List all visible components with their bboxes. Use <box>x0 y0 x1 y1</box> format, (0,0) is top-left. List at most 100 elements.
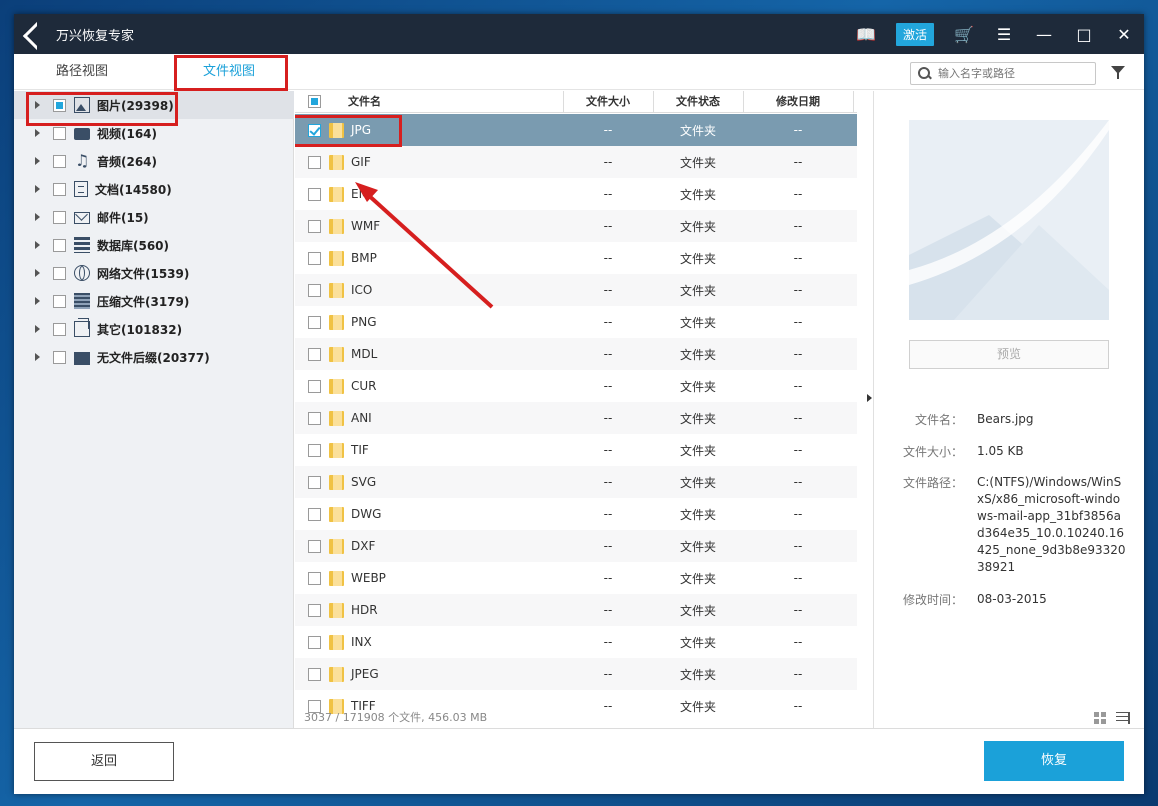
tree-item-other[interactable]: 其它(101832) <box>14 315 294 343</box>
maximize-icon[interactable]: □ <box>1064 14 1104 54</box>
row-file-state: 文件夹 <box>679 155 716 170</box>
table-row[interactable]: DWG -- 文件夹 -- <box>295 498 857 530</box>
expand-arrow-icon[interactable] <box>35 325 40 333</box>
column-header-date[interactable]: 修改日期 <box>743 91 853 113</box>
table-row[interactable]: JPEG -- 文件夹 -- <box>295 658 857 690</box>
row-file-size: -- <box>603 603 613 617</box>
filter-icon[interactable] <box>1111 66 1125 80</box>
table-row[interactable]: INX -- 文件夹 -- <box>295 626 857 658</box>
row-checkbox[interactable] <box>308 155 321 169</box>
row-checkbox[interactable] <box>308 475 321 489</box>
checkbox[interactable] <box>53 322 66 336</box>
row-file-state: 文件夹 <box>679 123 716 138</box>
collapse-arrow-icon[interactable] <box>867 394 872 402</box>
grid-view-icon[interactable] <box>1094 712 1106 724</box>
back-button[interactable]: 返回 <box>34 742 174 781</box>
row-checkbox[interactable] <box>308 379 321 393</box>
recover-button[interactable]: 恢复 <box>984 741 1124 781</box>
menu-icon[interactable]: ☰ <box>984 14 1024 54</box>
row-checkbox[interactable] <box>308 571 321 585</box>
row-checkbox[interactable] <box>308 539 321 553</box>
row-file-name: JPEG <box>351 667 379 681</box>
row-checkbox[interactable] <box>308 635 321 649</box>
preview-button[interactable]: 预览 <box>909 340 1109 369</box>
row-checkbox[interactable] <box>308 507 321 521</box>
checkbox[interactable] <box>53 350 66 364</box>
column-header-state[interactable]: 文件状态 <box>653 91 743 113</box>
table-row[interactable]: ANI -- 文件夹 -- <box>295 402 857 434</box>
row-file-state: 文件夹 <box>679 187 716 202</box>
tree-item-mail[interactable]: 邮件(15) <box>14 203 294 231</box>
row-file-date: -- <box>793 283 803 297</box>
table-row[interactable]: BMP -- 文件夹 -- <box>295 242 857 274</box>
checkbox[interactable] <box>53 294 66 308</box>
video-icon <box>74 128 90 140</box>
annotation-box-tree <box>26 92 178 126</box>
expand-arrow-icon[interactable] <box>35 213 40 221</box>
tab-path-view[interactable]: 路径视图 <box>56 54 108 90</box>
close-icon[interactable]: ✕ <box>1104 14 1144 54</box>
table-row[interactable]: HDR -- 文件夹 -- <box>295 594 857 626</box>
tree-item-documents[interactable]: 文档(14580) <box>14 175 294 203</box>
table-row[interactable]: GIF -- 文件夹 -- <box>295 146 857 178</box>
table-row[interactable]: WEBP -- 文件夹 -- <box>295 562 857 594</box>
panel-divider[interactable] <box>857 91 874 728</box>
expand-arrow-icon[interactable] <box>35 269 40 277</box>
table-row[interactable]: CUR -- 文件夹 -- <box>295 370 857 402</box>
tree-item-no-extension[interactable]: 无文件后缀(20377) <box>14 343 294 371</box>
list-view-icon[interactable] <box>1116 712 1130 724</box>
tree-item-label: 压缩文件(3179) <box>97 294 190 309</box>
row-file-size: -- <box>603 187 613 201</box>
folder-icon <box>329 314 344 330</box>
search-input[interactable] <box>938 67 1088 80</box>
table-row[interactable]: MDL -- 文件夹 -- <box>295 338 857 370</box>
minimize-icon[interactable]: — <box>1024 14 1064 54</box>
checkbox[interactable] <box>53 238 66 252</box>
row-checkbox[interactable] <box>308 667 321 681</box>
table-row[interactable]: TIF -- 文件夹 -- <box>295 434 857 466</box>
row-checkbox[interactable] <box>308 251 321 265</box>
row-checkbox[interactable] <box>308 187 321 201</box>
row-file-date: -- <box>793 155 803 169</box>
column-header-name[interactable]: 文件名 <box>348 91 381 113</box>
tree-item-web[interactable]: 网络文件(1539) <box>14 259 294 287</box>
expand-arrow-icon[interactable] <box>35 241 40 249</box>
table-row[interactable]: WMF -- 文件夹 -- <box>295 210 857 242</box>
annotation-box-row <box>295 115 402 147</box>
table-row[interactable]: ICO -- 文件夹 -- <box>295 274 857 306</box>
row-file-date: -- <box>793 443 803 457</box>
search-box[interactable] <box>910 62 1096 85</box>
expand-arrow-icon[interactable] <box>35 157 40 165</box>
checkbox[interactable] <box>53 126 66 140</box>
checkbox[interactable] <box>53 182 66 196</box>
row-checkbox[interactable] <box>308 603 321 617</box>
row-file-size: -- <box>603 635 613 649</box>
checkbox[interactable] <box>53 210 66 224</box>
column-header-size[interactable]: 文件大小 <box>563 91 653 113</box>
activate-button[interactable]: 激活 <box>895 22 934 46</box>
tree-item-audio[interactable]: 音频(264) <box>14 147 294 175</box>
table-row[interactable]: SVG -- 文件夹 -- <box>295 466 857 498</box>
row-checkbox[interactable] <box>308 283 321 297</box>
table-row[interactable]: PNG -- 文件夹 -- <box>295 306 857 338</box>
expand-arrow-icon[interactable] <box>35 353 40 361</box>
tree-item-database[interactable]: 数据库(560) <box>14 231 294 259</box>
folder-icon <box>329 442 344 458</box>
expand-arrow-icon[interactable] <box>35 129 40 137</box>
select-all-checkbox[interactable] <box>308 95 321 108</box>
checkbox[interactable] <box>53 154 66 168</box>
expand-arrow-icon[interactable] <box>35 185 40 193</box>
row-checkbox[interactable] <box>308 347 321 361</box>
table-row[interactable]: EMF -- 文件夹 -- <box>295 178 857 210</box>
row-checkbox[interactable] <box>308 443 321 457</box>
file-size-label: 文件大小： <box>902 445 963 459</box>
book-icon[interactable]: 📖 <box>846 14 886 54</box>
checkbox[interactable] <box>53 266 66 280</box>
table-row[interactable]: DXF -- 文件夹 -- <box>295 530 857 562</box>
row-checkbox[interactable] <box>308 219 321 233</box>
expand-arrow-icon[interactable] <box>35 297 40 305</box>
tree-item-archives[interactable]: 压缩文件(3179) <box>14 287 294 315</box>
row-checkbox[interactable] <box>308 411 321 425</box>
cart-icon[interactable]: 🛒 <box>944 14 984 54</box>
row-checkbox[interactable] <box>308 315 321 329</box>
